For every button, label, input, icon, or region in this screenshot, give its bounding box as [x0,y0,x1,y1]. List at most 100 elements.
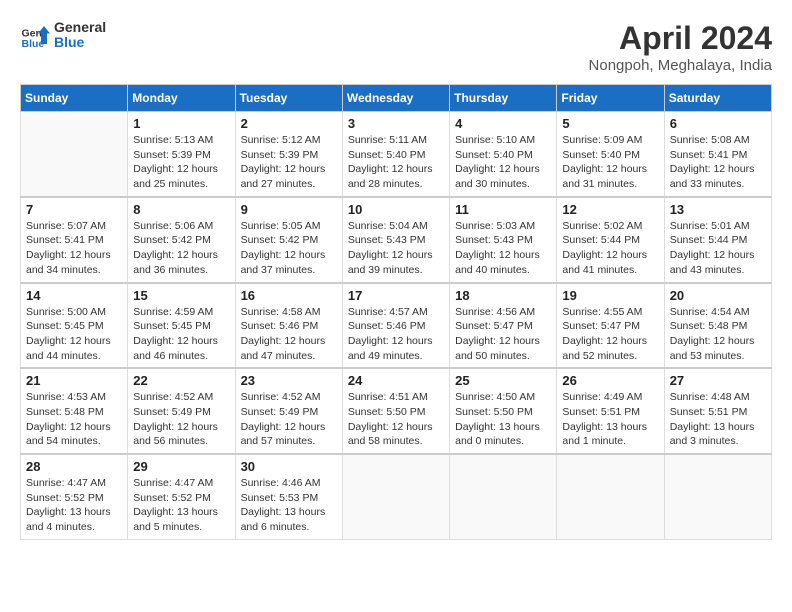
day-number: 6 [670,116,766,131]
calendar-cell: 3 Sunrise: 5:11 AM Sunset: 5:40 PM Daylig… [342,112,449,197]
calendar-cell: 7Sunrise: 5:07 AM Sunset: 5:41 PM Daylig… [21,197,128,283]
day-info: Sunrise: 4:47 AM Sunset: 5:52 PM Dayligh… [133,476,229,535]
calendar-cell [21,112,128,197]
day-number: 19 [562,288,658,303]
calendar-week-row: 28 Sunrise: 4:47 AM Sunset: 5:52 PM Dayli… [21,454,772,539]
calendar-cell [450,454,557,539]
calendar-cell: 30 Sunrise: 4:46 AM Sunset: 5:53 PM Dayli… [235,454,342,539]
calendar-cell: 21 Sunrise: 4:53 AM Sunset: 5:48 PM Dayli… [21,368,128,454]
day-info: Sunrise: 5:05 AM Sunset: 5:42 PM Dayligh… [241,219,337,278]
day-number: 15 [133,288,229,303]
day-info: Sunrise: 4:52 AM Sunset: 5:49 PM Dayligh… [241,390,337,449]
day-info: Sunrise: 4:53 AM Sunset: 5:48 PM Dayligh… [26,390,122,449]
calendar-cell: 8Sunrise: 5:06 AM Sunset: 5:42 PM Daylig… [128,197,235,283]
calendar-cell: 16Sunrise: 4:58 AM Sunset: 5:46 PM Dayli… [235,283,342,369]
title-area: April 2024 Nongpoh, Meghalaya, India [589,20,772,74]
calendar-cell: 17Sunrise: 4:57 AM Sunset: 5:46 PM Dayli… [342,283,449,369]
calendar-cell: 11 Sunrise: 5:03 AM Sunset: 5:43 PM Dayli… [450,197,557,283]
day-info: Sunrise: 5:03 AM Sunset: 5:43 PM Dayligh… [455,219,551,278]
day-number: 14 [26,288,122,303]
calendar-cell: 9 Sunrise: 5:05 AM Sunset: 5:42 PM Daylig… [235,197,342,283]
day-info: Sunrise: 5:11 AM Sunset: 5:40 PM Dayligh… [348,133,444,192]
day-info: Sunrise: 4:51 AM Sunset: 5:50 PM Dayligh… [348,390,444,449]
location: Nongpoh, Meghalaya, India [589,57,772,74]
day-info: Sunrise: 4:58 AM Sunset: 5:46 PM Dayligh… [241,305,337,364]
calendar-week-row: 14Sunrise: 5:00 AM Sunset: 5:45 PM Dayli… [21,283,772,369]
calendar-cell: 13Sunrise: 5:01 AM Sunset: 5:44 PM Dayli… [664,197,771,283]
day-number: 12 [562,202,658,217]
calendar-cell: 29 Sunrise: 4:47 AM Sunset: 5:52 PM Dayli… [128,454,235,539]
day-number: 17 [348,288,444,303]
day-info: Sunrise: 5:13 AM Sunset: 5:39 PM Dayligh… [133,133,229,192]
calendar-cell: 26Sunrise: 4:49 AM Sunset: 5:51 PM Dayli… [557,368,664,454]
day-number: 2 [241,116,337,131]
day-number: 29 [133,459,229,474]
calendar-cell [557,454,664,539]
logo-icon: Gen Blue [20,20,50,50]
day-info: Sunrise: 5:10 AM Sunset: 5:40 PM Dayligh… [455,133,551,192]
logo-general: General [54,20,106,35]
calendar-table: SundayMondayTuesdayWednesdayThursdayFrid… [20,84,772,540]
day-info: Sunrise: 5:09 AM Sunset: 5:40 PM Dayligh… [562,133,658,192]
day-info: Sunrise: 4:56 AM Sunset: 5:47 PM Dayligh… [455,305,551,364]
day-info: Sunrise: 4:48 AM Sunset: 5:51 PM Dayligh… [670,390,766,449]
calendar-cell [342,454,449,539]
day-number: 10 [348,202,444,217]
day-number: 18 [455,288,551,303]
calendar-header-wednesday: Wednesday [342,85,449,112]
header: Gen Blue General Blue April 2024 Nongpoh… [20,20,772,74]
day-number: 28 [26,459,122,474]
day-info: Sunrise: 5:08 AM Sunset: 5:41 PM Dayligh… [670,133,766,192]
day-info: Sunrise: 5:02 AM Sunset: 5:44 PM Dayligh… [562,219,658,278]
day-number: 24 [348,373,444,388]
calendar-week-row: 1 Sunrise: 5:13 AM Sunset: 5:39 PM Daylig… [21,112,772,197]
day-number: 11 [455,202,551,217]
calendar-cell: 10 Sunrise: 5:04 AM Sunset: 5:43 PM Dayli… [342,197,449,283]
calendar-cell: 15 Sunrise: 4:59 AM Sunset: 5:45 PM Dayli… [128,283,235,369]
day-info: Sunrise: 5:12 AM Sunset: 5:39 PM Dayligh… [241,133,337,192]
day-number: 9 [241,202,337,217]
calendar-cell: 14Sunrise: 5:00 AM Sunset: 5:45 PM Dayli… [21,283,128,369]
calendar-cell: 12 Sunrise: 5:02 AM Sunset: 5:44 PM Dayli… [557,197,664,283]
day-number: 3 [348,116,444,131]
calendar-cell: 1 Sunrise: 5:13 AM Sunset: 5:39 PM Daylig… [128,112,235,197]
day-info: Sunrise: 5:04 AM Sunset: 5:43 PM Dayligh… [348,219,444,278]
day-number: 5 [562,116,658,131]
day-number: 26 [562,373,658,388]
calendar-header-monday: Monday [128,85,235,112]
calendar-cell [664,454,771,539]
svg-text:Blue: Blue [22,38,45,50]
day-number: 30 [241,459,337,474]
day-number: 22 [133,373,229,388]
calendar-cell: 23 Sunrise: 4:52 AM Sunset: 5:49 PM Dayli… [235,368,342,454]
day-number: 1 [133,116,229,131]
day-number: 13 [670,202,766,217]
calendar-week-row: 21 Sunrise: 4:53 AM Sunset: 5:48 PM Dayli… [21,368,772,454]
logo: Gen Blue General Blue [20,20,106,51]
calendar-cell: 2 Sunrise: 5:12 AM Sunset: 5:39 PM Daylig… [235,112,342,197]
day-info: Sunrise: 4:47 AM Sunset: 5:52 PM Dayligh… [26,476,122,535]
calendar-cell: 4Sunrise: 5:10 AM Sunset: 5:40 PM Daylig… [450,112,557,197]
calendar-cell: 18 Sunrise: 4:56 AM Sunset: 5:47 PM Dayli… [450,283,557,369]
calendar-cell: 25Sunrise: 4:50 AM Sunset: 5:50 PM Dayli… [450,368,557,454]
day-info: Sunrise: 4:46 AM Sunset: 5:53 PM Dayligh… [241,476,337,535]
day-info: Sunrise: 4:55 AM Sunset: 5:47 PM Dayligh… [562,305,658,364]
calendar-header-row: SundayMondayTuesdayWednesdayThursdayFrid… [21,85,772,112]
day-info: Sunrise: 4:50 AM Sunset: 5:50 PM Dayligh… [455,390,551,449]
day-number: 20 [670,288,766,303]
month-title: April 2024 [589,20,772,57]
day-info: Sunrise: 4:59 AM Sunset: 5:45 PM Dayligh… [133,305,229,364]
calendar-header-saturday: Saturday [664,85,771,112]
calendar-cell: 22Sunrise: 4:52 AM Sunset: 5:49 PM Dayli… [128,368,235,454]
day-info: Sunrise: 5:06 AM Sunset: 5:42 PM Dayligh… [133,219,229,278]
calendar-cell: 24 Sunrise: 4:51 AM Sunset: 5:50 PM Dayli… [342,368,449,454]
day-number: 23 [241,373,337,388]
calendar-cell: 28 Sunrise: 4:47 AM Sunset: 5:52 PM Dayli… [21,454,128,539]
day-number: 21 [26,373,122,388]
calendar-cell: 5 Sunrise: 5:09 AM Sunset: 5:40 PM Daylig… [557,112,664,197]
calendar-header-thursday: Thursday [450,85,557,112]
day-info: Sunrise: 4:54 AM Sunset: 5:48 PM Dayligh… [670,305,766,364]
calendar-cell: 19 Sunrise: 4:55 AM Sunset: 5:47 PM Dayli… [557,283,664,369]
calendar-cell: 27Sunrise: 4:48 AM Sunset: 5:51 PM Dayli… [664,368,771,454]
calendar-header-sunday: Sunday [21,85,128,112]
